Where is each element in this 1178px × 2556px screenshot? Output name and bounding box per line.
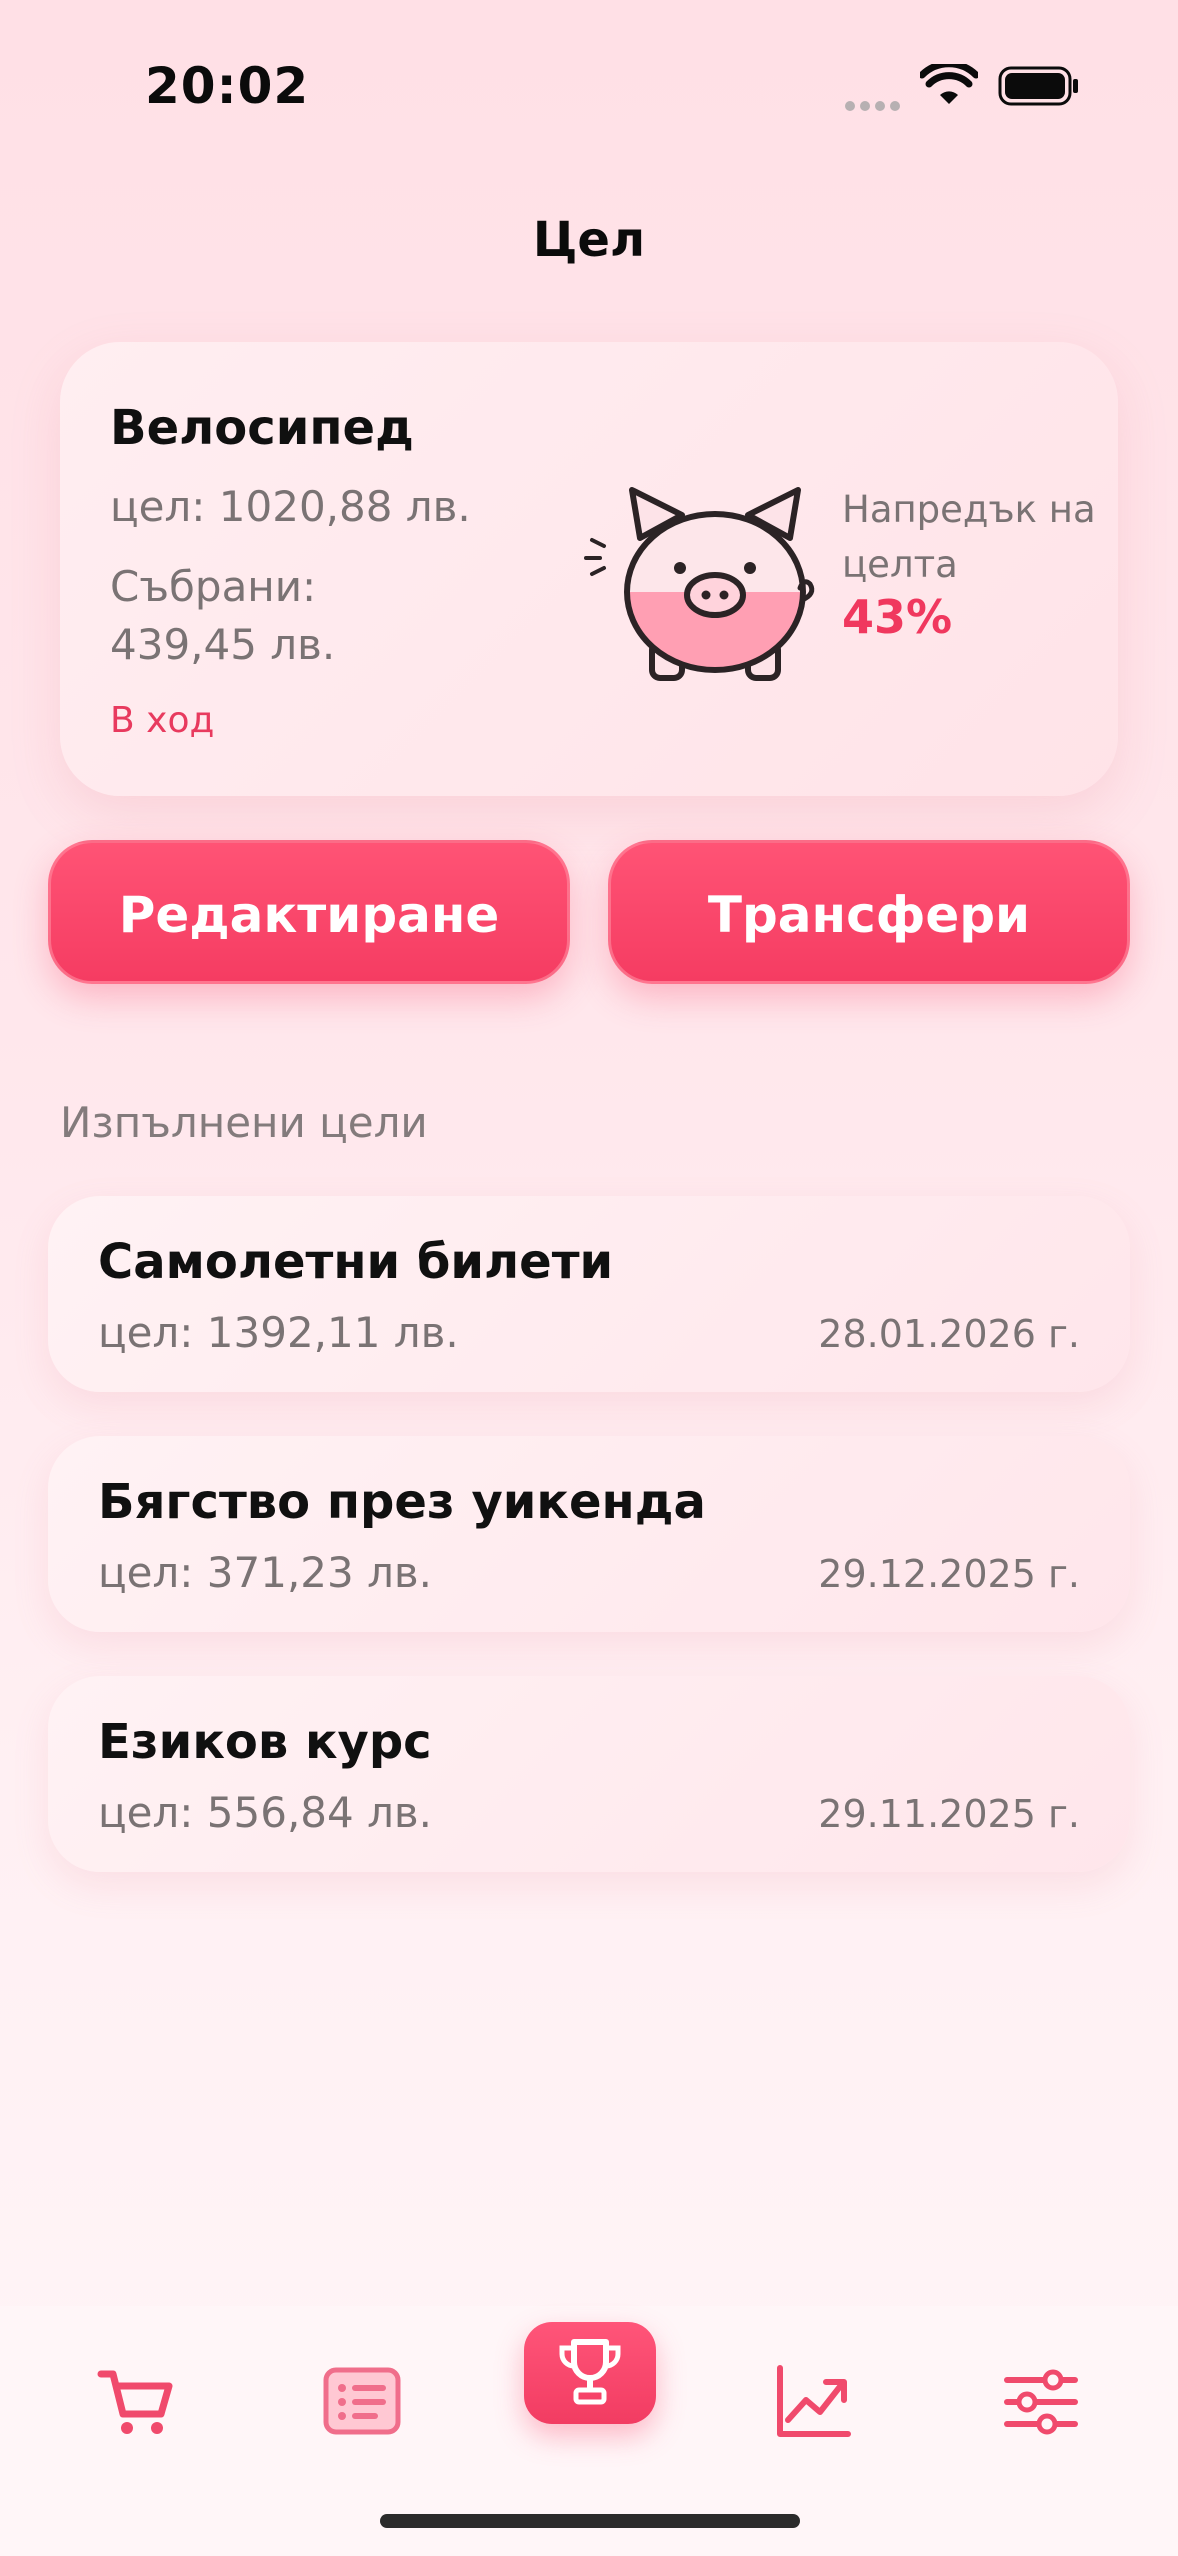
status-time: 20:02	[145, 57, 310, 115]
completed-goal-target: цел: 1392,11 лв.	[98, 1308, 459, 1357]
completed-goal-item[interactable]: Бягство през уикенда цел: 371,23 лв. 29.…	[48, 1436, 1130, 1632]
sliders-icon[interactable]	[1001, 2362, 1081, 2442]
progress-percent: 43%	[842, 590, 953, 644]
completed-goal-target: цел: 371,23 лв.	[98, 1548, 433, 1597]
page-title: Цел	[532, 212, 646, 268]
completed-goal-name: Езиков курс	[98, 1714, 432, 1770]
goal-target-amount: цел: 1020,88 лв.	[110, 482, 471, 531]
goal-collected-label: Събрани:	[110, 562, 317, 611]
goal-status-badge: В ход	[110, 700, 215, 741]
piggy-bank-icon	[584, 487, 815, 681]
current-goal-card[interactable]: Велосипед цел: 1020,88 лв. Събрани: 439,…	[60, 342, 1118, 796]
chart-icon[interactable]	[774, 2362, 854, 2442]
completed-goal-date: 28.01.2026 г.	[818, 1312, 1080, 1356]
home-indicator[interactable]	[380, 2514, 800, 2528]
trophy-icon	[559, 2339, 621, 2405]
transfers-button[interactable]: Трансфери	[608, 840, 1130, 984]
edit-button[interactable]: Редактиране	[48, 840, 570, 984]
completed-goal-name: Самолетни билети	[98, 1234, 614, 1290]
completed-goal-target: цел: 556,84 лв.	[98, 1788, 433, 1837]
completed-goal-item[interactable]: Езиков курс цел: 556,84 лв. 29.11.2025 г…	[48, 1676, 1130, 1872]
list-icon[interactable]	[322, 2362, 402, 2442]
cellular-signal-icon	[845, 96, 905, 111]
status-bar: 20:02	[0, 0, 1178, 170]
battery-icon	[998, 66, 1078, 106]
completed-goal-item[interactable]: Самолетни билети цел: 1392,11 лв. 28.01.…	[48, 1196, 1130, 1392]
cart-icon[interactable]	[97, 2362, 177, 2442]
progress-label: Напредък на целта	[842, 488, 1096, 586]
wifi-icon	[920, 64, 978, 104]
completed-goal-name: Бягство през уикенда	[98, 1474, 706, 1530]
goal-name: Велосипед	[110, 400, 414, 456]
goal-collected-amount: 439,45 лв.	[110, 620, 336, 669]
completed-goals-title: Изпълнени цели	[60, 1098, 428, 1147]
completed-goal-date: 29.12.2025 г.	[818, 1552, 1080, 1596]
completed-goal-date: 29.11.2025 г.	[818, 1792, 1080, 1836]
tab-goals-active[interactable]	[524, 2322, 656, 2424]
